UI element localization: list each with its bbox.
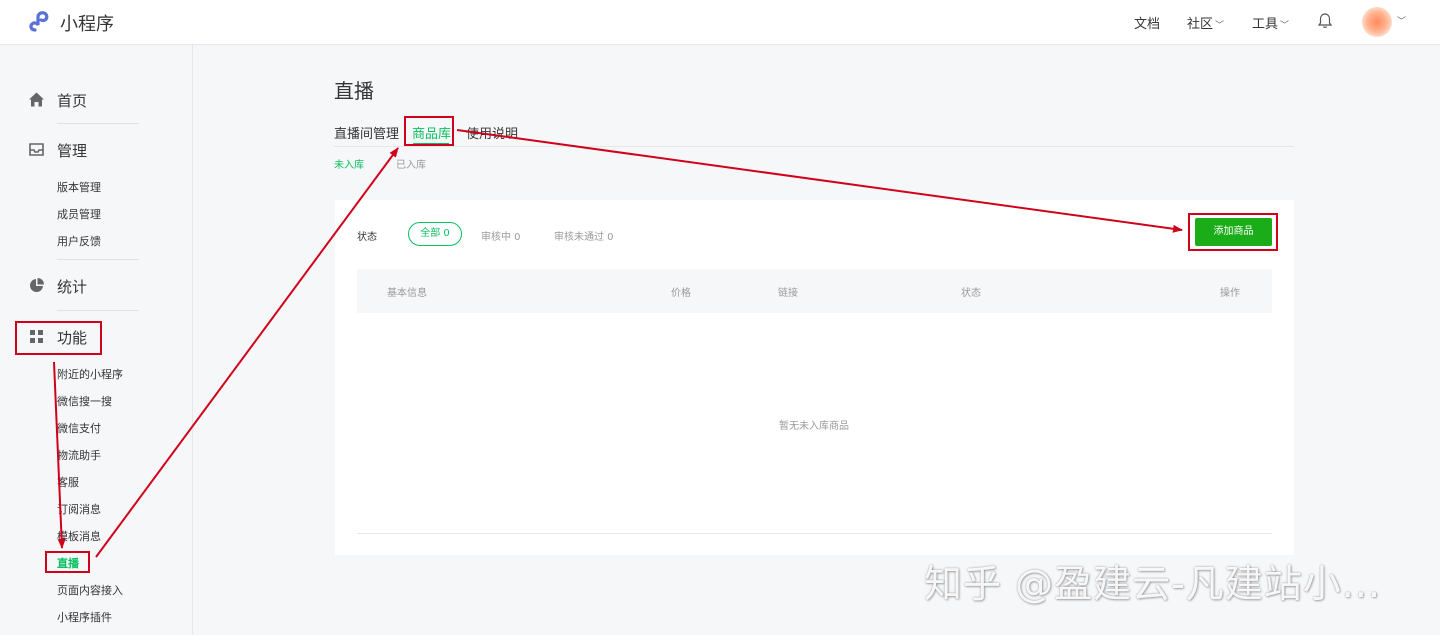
bell-icon[interactable] (1316, 12, 1334, 30)
avatar[interactable] (1362, 7, 1392, 37)
sidebar-item-nearby[interactable]: 附近的小程序 (57, 366, 123, 382)
sidebar-item-subscribe-msg[interactable]: 订阅消息 (57, 501, 101, 517)
filter-reviewing[interactable]: 审核中 0 (481, 228, 521, 243)
subtab-stocked[interactable]: 已入库 (396, 156, 426, 171)
sidebar-item-wechat-search[interactable]: 微信搜一搜 (57, 393, 112, 409)
pie-chart-icon (30, 278, 44, 292)
sidebar-item-stats[interactable]: 统计 (28, 274, 188, 298)
sidebar-item-version[interactable]: 版本管理 (57, 179, 101, 195)
col-actions: 操作 (1220, 288, 1240, 299)
highlight-product-library (404, 116, 454, 146)
col-link: 链接 (778, 288, 798, 299)
col-price: 价格 (671, 288, 691, 299)
tabs-divider (334, 146, 1294, 147)
empty-state-text: 暂无未入库商品 (779, 421, 849, 432)
mini-program-logo-icon[interactable] (28, 9, 54, 35)
divider (57, 310, 139, 311)
highlight-add-product (1188, 213, 1278, 251)
filter-rejected[interactable]: 审核未通过 0 (554, 228, 614, 243)
nav-tools[interactable]: 工具 ﹀ (1252, 13, 1289, 32)
tab-instructions[interactable]: 使用说明 (466, 123, 518, 142)
col-basic-info: 基本信息 (387, 288, 427, 299)
subtab-not-stocked[interactable]: 未入库 (334, 156, 364, 171)
sidebar-item-home[interactable]: 首页 (28, 88, 188, 112)
sidebar-item-template-msg[interactable]: 模板消息 (57, 528, 101, 544)
highlight-live (45, 551, 90, 573)
table-header: 基本信息 价格 链接 状态 操作 (357, 269, 1272, 313)
tab-live-room[interactable]: 直播间管理 (334, 123, 399, 142)
top-bar: 小程序 文档 社区 ﹀ 工具 ﹀ ﹀ (0, 0, 1440, 45)
nav-docs[interactable]: 文档 (1134, 13, 1160, 32)
chevron-down-icon[interactable]: ﹀ (1397, 14, 1406, 27)
sidebar-item-page-content[interactable]: 页面内容接入 (57, 582, 123, 598)
product-panel (335, 200, 1294, 555)
sidebar-item-members[interactable]: 成员管理 (57, 206, 101, 222)
chevron-down-icon: ﹀ (1280, 21, 1290, 31)
col-status: 状态 (961, 288, 981, 299)
filter-all[interactable]: 全部 0 (408, 222, 462, 246)
chevron-down-icon: ﹀ (1215, 21, 1225, 31)
highlight-features (15, 321, 102, 355)
sidebar-item-plugins[interactable]: 小程序插件 (57, 609, 112, 625)
sidebar-item-logistics[interactable]: 物流助手 (57, 447, 101, 463)
sidebar-item-feedback[interactable]: 用户反馈 (57, 233, 101, 249)
status-label: 状态 (357, 232, 377, 243)
nav-community[interactable]: 社区 ﹀ (1187, 13, 1224, 32)
divider (57, 259, 139, 260)
page-title: 直播 (334, 79, 374, 103)
inbox-icon (29, 143, 44, 156)
home-icon (29, 92, 44, 107)
table-bottom-line (357, 533, 1272, 534)
sidebar-item-customer-service[interactable]: 客服 (57, 474, 79, 490)
sidebar-item-manage[interactable]: 管理 (28, 138, 188, 162)
zhihu-watermark: 知乎 @盈建云-凡建站小... (924, 562, 1382, 606)
divider (57, 123, 139, 124)
brand-name[interactable]: 小程序 (60, 10, 114, 36)
